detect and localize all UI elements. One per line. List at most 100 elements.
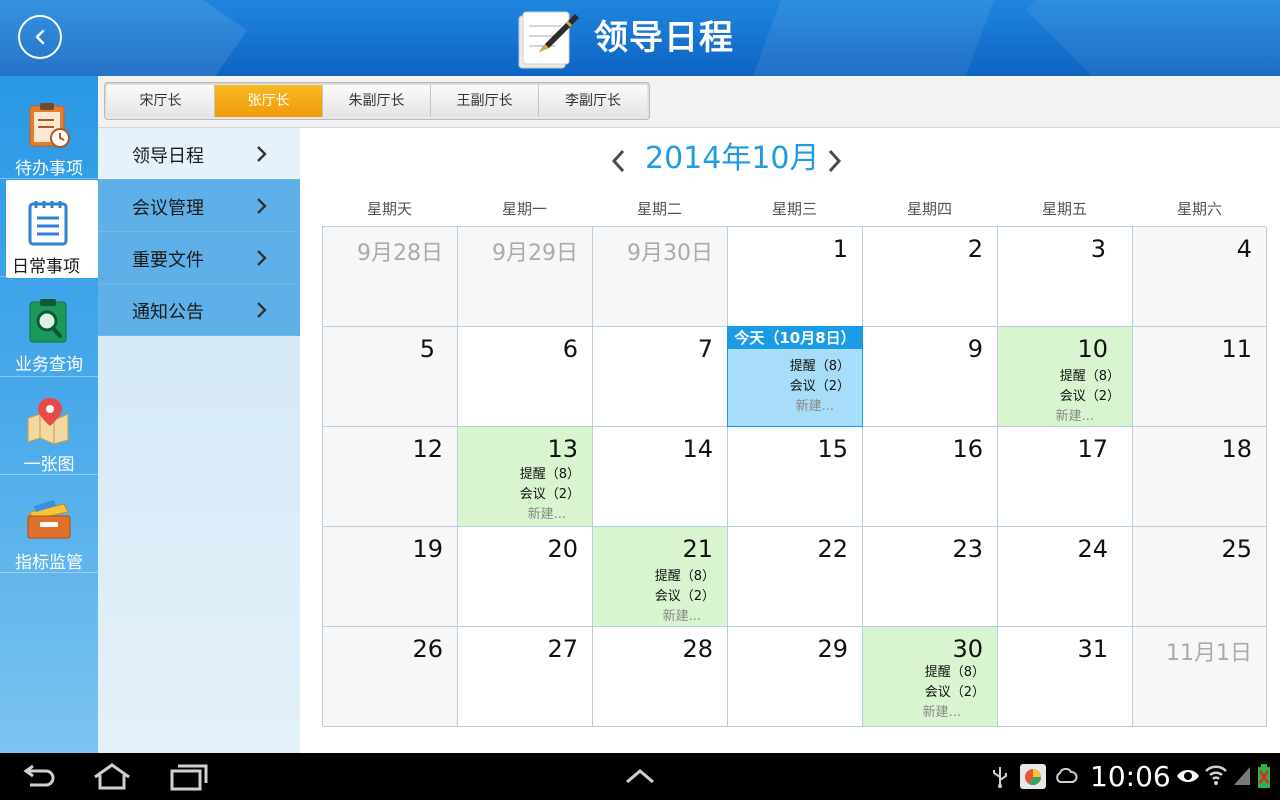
new-event-link[interactable]: 新建...: [663, 605, 701, 624]
sub-menu-item-notices[interactable]: 通知公告: [98, 284, 300, 336]
day-number: 4: [1236, 235, 1252, 263]
calendar-day[interactable]: 25: [1133, 527, 1267, 627]
wifi-icon: [1205, 765, 1227, 785]
calendar-day-with-events[interactable]: 21 提醒（8） 会议（2） 新建...: [593, 527, 728, 627]
calendar-day[interactable]: 29: [728, 627, 863, 727]
calendar-day[interactable]: 15: [728, 427, 863, 527]
calendar-day[interactable]: 18: [1133, 427, 1267, 527]
chevron-right-icon: [257, 250, 267, 266]
day-number: 18: [1221, 435, 1252, 463]
calendar-day[interactable]: 11: [1133, 327, 1267, 427]
reminder-count-link[interactable]: 提醒（8）: [790, 355, 850, 374]
prev-month-button[interactable]: [606, 146, 630, 176]
calendar-day[interactable]: 26: [323, 627, 458, 727]
sub-menu: 领导日程 会议管理 重要文件 通知公告: [98, 128, 300, 753]
calendar-day[interactable]: 2: [863, 227, 998, 327]
calendar-day[interactable]: 7: [593, 327, 728, 427]
calendar-day-today[interactable]: 今天（10月8日） 提醒（8） 会议（2） 新建...: [727, 326, 863, 427]
day-number: 9: [967, 335, 983, 363]
meeting-count-link[interactable]: 会议（2）: [925, 681, 985, 700]
day-number: 30: [952, 635, 983, 663]
nav-divider: [0, 474, 98, 475]
calendar-day[interactable]: 6: [458, 327, 593, 427]
nav-item-indicator-monitor[interactable]: 指标监管: [0, 476, 98, 574]
new-event-link[interactable]: 新建...: [796, 395, 834, 414]
calendar-day[interactable]: 28: [593, 627, 728, 727]
reminder-count-link[interactable]: 提醒（8）: [655, 565, 715, 584]
next-month-button[interactable]: [823, 146, 847, 176]
chevron-up-icon[interactable]: [624, 767, 656, 785]
sub-menu-item-schedule[interactable]: 领导日程: [98, 128, 300, 180]
tab-leader[interactable]: 王副厅长: [431, 85, 539, 117]
calendar-day[interactable]: 17: [998, 427, 1133, 527]
nav-item-todo[interactable]: 待办事项: [0, 82, 98, 180]
tab-leader[interactable]: 朱副厅长: [323, 85, 431, 117]
calendar-day[interactable]: 23: [863, 527, 998, 627]
calendar-day[interactable]: 14: [593, 427, 728, 527]
left-nav: 待办事项 日常事项 业务查询 一张图 指标监管: [0, 76, 98, 753]
nav-item-business-query[interactable]: 业务查询: [0, 278, 98, 376]
reminder-count-link[interactable]: 提醒（8）: [1060, 365, 1120, 384]
meeting-count-link[interactable]: 会议（2）: [655, 585, 715, 604]
back-nav-icon[interactable]: [20, 765, 56, 789]
nav-divider: [0, 276, 98, 277]
sub-menu-item-meetings[interactable]: 会议管理: [98, 180, 300, 232]
meeting-count-link[interactable]: 会议（2）: [1060, 385, 1120, 404]
day-number: 9月30日: [627, 241, 713, 266]
recent-apps-icon[interactable]: [170, 763, 208, 791]
day-number: 22: [817, 535, 848, 563]
sub-menu-label: 通知公告: [132, 302, 204, 323]
meeting-count-link[interactable]: 会议（2）: [520, 483, 580, 502]
calendar-day-with-events[interactable]: 10 提醒（8） 会议（2） 新建...: [998, 327, 1133, 427]
chevron-right-icon: [257, 302, 267, 318]
app-header: 领导日程: [0, 0, 1280, 76]
calendar-day[interactable]: 4: [1133, 227, 1267, 327]
nav-item-daily[interactable]: 日常事项: [6, 180, 98, 278]
calendar-day-with-events[interactable]: 13 提醒（8） 会议（2） 新建...: [458, 427, 593, 527]
day-number: 23: [952, 535, 983, 563]
calendar-day[interactable]: 9月29日: [458, 227, 593, 327]
meeting-count-link[interactable]: 会议（2）: [790, 375, 850, 394]
new-event-link[interactable]: 新建...: [923, 701, 961, 720]
reminder-count-link[interactable]: 提醒（8）: [520, 463, 580, 482]
tab-leader-active[interactable]: 张厅长: [215, 85, 323, 117]
signal-icon: [1234, 767, 1250, 785]
calendar-day[interactable]: 9月30日: [593, 227, 728, 327]
calendar-day[interactable]: 16: [863, 427, 998, 527]
back-button[interactable]: [18, 15, 62, 59]
day-number: 21: [682, 535, 713, 563]
calendar-day[interactable]: 27: [458, 627, 593, 727]
calendar-day[interactable]: 22: [728, 527, 863, 627]
day-number: 11: [1221, 335, 1252, 363]
system-navigation-bar: 10:06: [0, 753, 1280, 800]
new-event-link[interactable]: 新建...: [1056, 405, 1094, 424]
calendar-day[interactable]: 1: [728, 227, 863, 327]
day-number: 3: [1090, 235, 1106, 263]
nav-item-one-map[interactable]: 一张图: [0, 378, 98, 476]
sub-menu-item-documents[interactable]: 重要文件: [98, 232, 300, 284]
home-nav-icon[interactable]: [92, 763, 132, 791]
day-number: 1: [832, 235, 848, 263]
battery-icon: [1258, 764, 1270, 788]
calendar-day[interactable]: 20: [458, 527, 593, 627]
reminder-count-link[interactable]: 提醒（8）: [925, 661, 985, 680]
nav-label: 指标监管: [15, 553, 83, 573]
new-event-link[interactable]: 新建...: [528, 503, 566, 522]
calendar-day[interactable]: 9: [863, 327, 998, 427]
calendar-day-with-events[interactable]: 30 提醒（8） 会议（2） 新建...: [863, 627, 998, 727]
tab-leader[interactable]: 李副厅长: [539, 85, 647, 117]
drawer-icon: [27, 500, 71, 539]
calendar-day[interactable]: 11月1日: [1133, 627, 1267, 727]
leader-tab-bar: 宋厅长 张厅长 朱副厅长 王副厅长 李副厅长: [98, 76, 1280, 128]
calendar-day[interactable]: 9月28日: [323, 227, 458, 327]
calendar-day[interactable]: 5: [323, 327, 458, 427]
chevron-right-icon: [257, 198, 267, 214]
calendar-day[interactable]: 3: [998, 227, 1133, 327]
usb-icon: [993, 767, 1007, 788]
calendar-day[interactable]: 31: [998, 627, 1133, 727]
calendar-day[interactable]: 12: [323, 427, 458, 527]
page-title: 领导日程: [594, 18, 734, 58]
calendar-day[interactable]: 24: [998, 527, 1133, 627]
calendar-day[interactable]: 19: [323, 527, 458, 627]
tab-leader[interactable]: 宋厅长: [107, 85, 215, 117]
